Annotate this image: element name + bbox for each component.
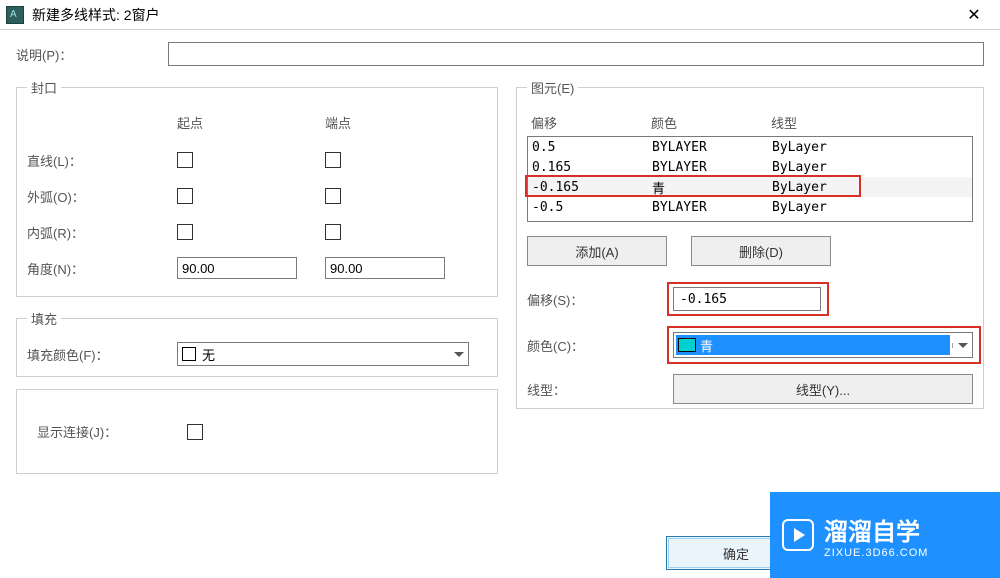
- elem-col-linetype: 线型: [771, 113, 973, 132]
- delete-button[interactable]: 删除(D): [691, 236, 831, 266]
- list-item[interactable]: 0.5 BYLAYER ByLayer: [528, 137, 972, 157]
- elements-group: 图元(E) 偏移 颜色 线型 0.5 BYLAYER ByLayer 0.165…: [516, 78, 984, 409]
- app-icon: [6, 6, 24, 24]
- offset-label: 偏移(S)：: [527, 290, 673, 309]
- color-value: 青: [700, 336, 713, 355]
- elem-col-color: 颜色: [651, 113, 771, 132]
- elements-list[interactable]: 0.5 BYLAYER ByLayer 0.165 BYLAYER ByLaye…: [527, 136, 973, 222]
- list-item[interactable]: -0.165 青 ByLayer: [528, 177, 972, 197]
- elements-legend: 图元(E): [527, 78, 578, 97]
- color-label: 颜色(C)：: [527, 336, 673, 355]
- offset-input[interactable]: [673, 287, 821, 311]
- caps-inner-label: 内弧(R)：: [27, 223, 177, 242]
- chevron-down-icon: [454, 352, 464, 357]
- close-icon[interactable]: ✕: [954, 1, 994, 29]
- list-item[interactable]: -0.5 BYLAYER ByLayer: [528, 197, 972, 217]
- watermark-brand: 溜溜自学: [824, 512, 928, 547]
- titlebar: 新建多线样式: 2窗户 ✕: [0, 0, 1000, 30]
- joints-group: 显示连接(J)：: [16, 389, 498, 474]
- list-item[interactable]: 0.165 BYLAYER ByLayer: [528, 157, 972, 177]
- line-end-checkbox[interactable]: [325, 152, 341, 168]
- caps-angle-label: 角度(N)：: [27, 259, 177, 278]
- description-input[interactable]: [168, 42, 984, 66]
- show-joints-label: 显示连接(J)：: [37, 422, 187, 441]
- angle-end-input[interactable]: [325, 257, 445, 279]
- caps-line-label: 直线(L)：: [27, 151, 177, 170]
- line-start-checkbox[interactable]: [177, 152, 193, 168]
- caps-outer-label: 外弧(O)：: [27, 187, 177, 206]
- inner-end-checkbox[interactable]: [325, 224, 341, 240]
- color-select[interactable]: 青: [673, 332, 973, 358]
- linetype-label: 线型：: [527, 380, 673, 399]
- show-joints-checkbox[interactable]: [187, 424, 203, 440]
- window-title: 新建多线样式: 2窗户: [32, 5, 954, 25]
- fill-group: 填充 填充颜色(F)： 无: [16, 309, 498, 377]
- description-label: 说明(P)：: [16, 45, 168, 64]
- caps-header-end: 端点: [325, 113, 473, 132]
- caps-group: 封口 起点 端点 直线(L)： 外弧(O)： 内弧(R)：: [16, 78, 498, 297]
- angle-start-input[interactable]: [177, 257, 297, 279]
- caps-legend: 封口: [27, 78, 61, 97]
- fill-swatch-icon: [182, 347, 196, 361]
- play-icon: [782, 519, 814, 551]
- outer-end-checkbox[interactable]: [325, 188, 341, 204]
- add-button[interactable]: 添加(A): [527, 236, 667, 266]
- watermark-url: ZIXUE.3D66.COM: [824, 547, 928, 559]
- linetype-button[interactable]: 线型(Y)...: [673, 374, 973, 404]
- fill-color-value: 无: [202, 345, 215, 364]
- inner-start-checkbox[interactable]: [177, 224, 193, 240]
- watermark: 溜溜自学 ZIXUE.3D66.COM: [770, 492, 1000, 578]
- color-swatch-icon: [678, 338, 696, 352]
- outer-start-checkbox[interactable]: [177, 188, 193, 204]
- fill-legend: 填充: [27, 309, 61, 328]
- fill-color-label: 填充颜色(F)：: [27, 345, 177, 364]
- fill-color-select[interactable]: 无: [177, 342, 469, 366]
- chevron-down-icon: [958, 343, 968, 348]
- elem-col-offset: 偏移: [531, 113, 651, 132]
- caps-header-start: 起点: [177, 113, 325, 132]
